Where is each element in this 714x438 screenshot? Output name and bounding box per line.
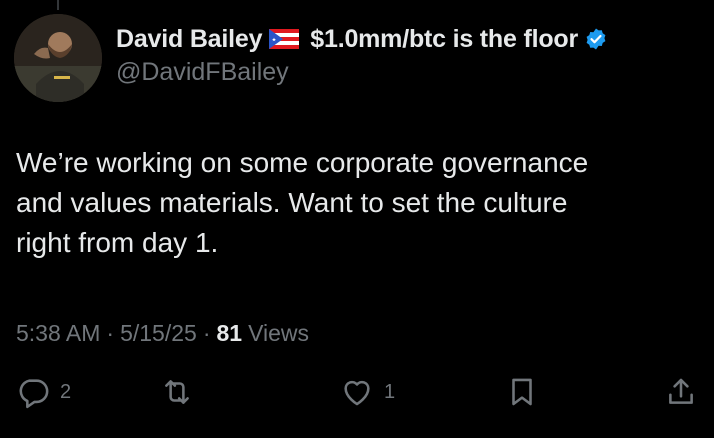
- retweet-button[interactable]: [160, 374, 194, 410]
- like-count: 1: [384, 380, 396, 403]
- bookmark-icon: [512, 378, 532, 406]
- puerto-rico-flag-icon: [268, 29, 300, 49]
- heart-icon: [344, 380, 370, 406]
- tweet-meta: 5:38 AM · 5/15/25 · 81 Views: [16, 316, 309, 350]
- share-icon: [669, 378, 693, 404]
- tweet-date[interactable]: 5/15/25: [120, 320, 197, 347]
- bookmark-button[interactable]: [505, 374, 539, 410]
- meta-separator: ·: [202, 319, 211, 346]
- author-tagline: $1.0mm/btc is the floor: [310, 24, 578, 53]
- tweet-time[interactable]: 5:38 AM: [16, 320, 100, 347]
- author-name-row[interactable]: David Bailey $1.0mm/btc is the floor: [116, 22, 608, 56]
- verified-badge-icon: [584, 27, 608, 51]
- reply-count: 2: [60, 380, 72, 403]
- retweet-icon: [165, 380, 189, 404]
- meta-separator: ·: [106, 319, 115, 346]
- like-button[interactable]: 1: [340, 374, 395, 410]
- tweet-text-line: We’re working on some corporate governan…: [16, 147, 589, 178]
- tweet-text-line: and values materials. Want to set the cu…: [16, 187, 568, 218]
- author-handle[interactable]: @DavidFBailey: [116, 58, 289, 87]
- avatar-photo: [14, 14, 102, 102]
- thread-connector-line: [57, 0, 59, 10]
- reply-icon: [19, 379, 49, 409]
- views-count: 81: [216, 319, 243, 346]
- reply-button[interactable]: 2: [16, 374, 71, 410]
- views-label: Views: [248, 319, 310, 346]
- share-button[interactable]: [664, 374, 698, 410]
- avatar[interactable]: [14, 14, 102, 102]
- tweet-text-line: right from day 1.: [16, 227, 219, 258]
- author-display-name[interactable]: David Bailey: [116, 25, 262, 54]
- tweet-text: We’re working on some corporate governan…: [16, 143, 696, 263]
